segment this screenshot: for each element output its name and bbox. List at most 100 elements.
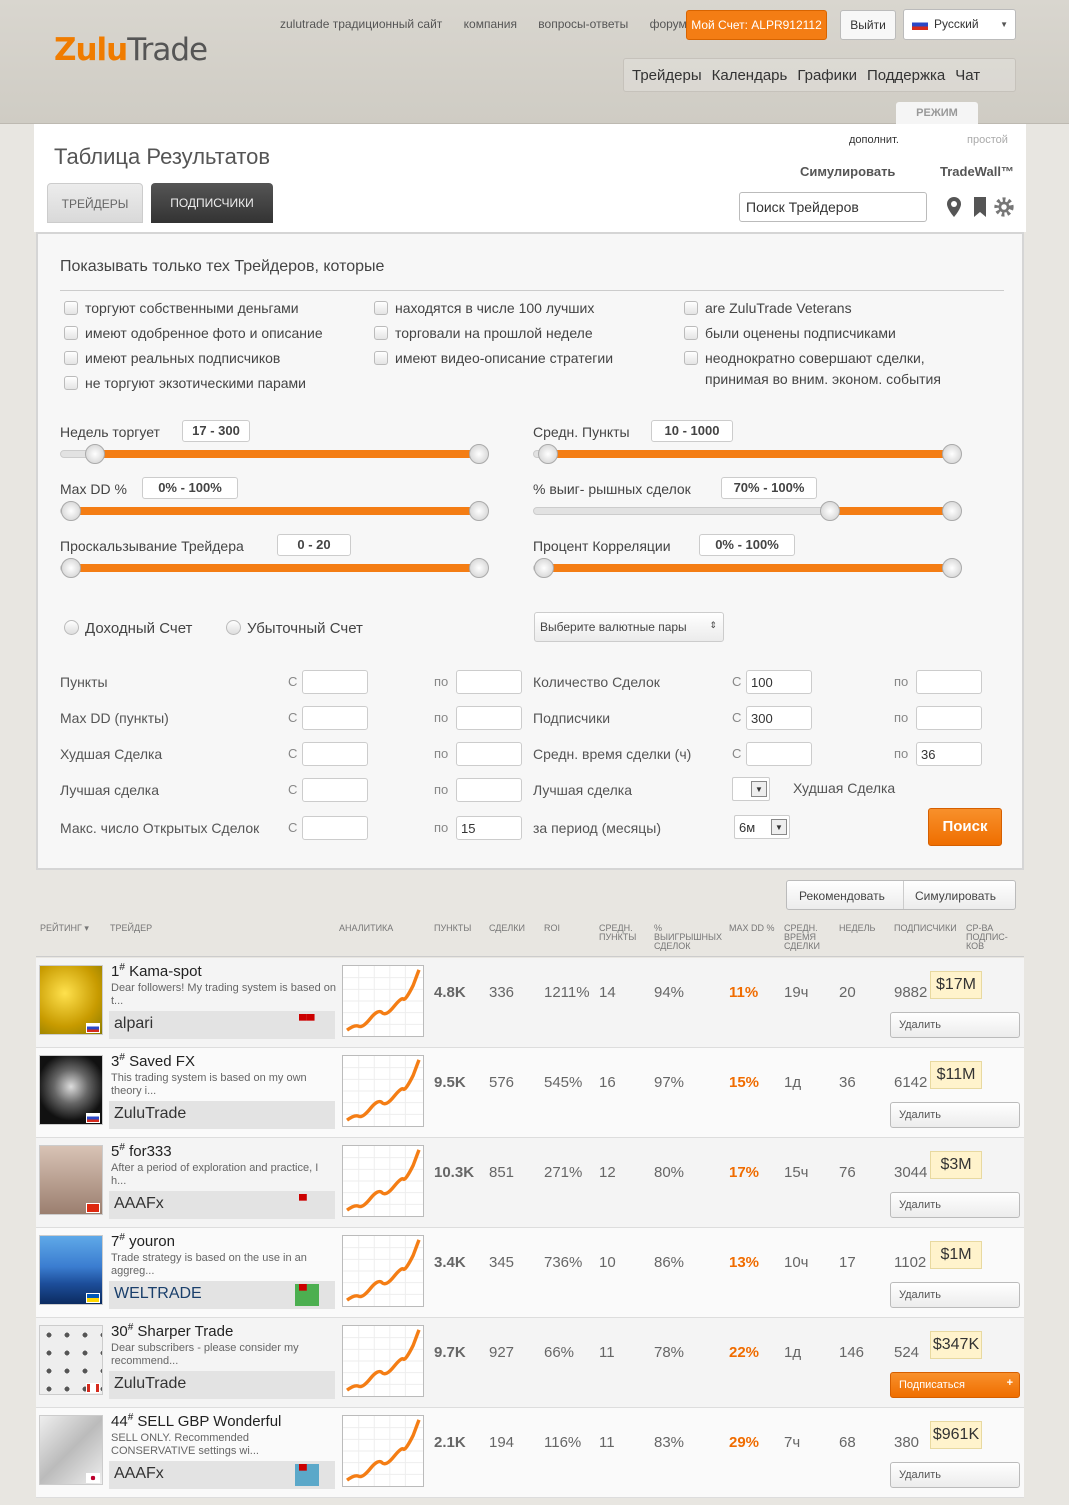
- maxdd-from-input[interactable]: [302, 706, 368, 730]
- avgtime-from-input[interactable]: [746, 742, 812, 766]
- radio-profit-account[interactable]: Доходный Счет: [64, 620, 192, 637]
- performance-chart[interactable]: [342, 1145, 424, 1217]
- col-pips[interactable]: ПУНКТЫ: [434, 924, 471, 933]
- col-maxdd[interactable]: MAX DD %: [729, 924, 775, 933]
- slider-slippage[interactable]: [60, 558, 489, 578]
- performance-chart[interactable]: [342, 965, 424, 1037]
- pips-from-input[interactable]: [302, 670, 368, 694]
- slider-handle[interactable]: [85, 444, 106, 464]
- period-select[interactable]: 6м ▼: [734, 815, 790, 839]
- remove-button[interactable]: Удалить: [890, 1462, 1020, 1488]
- trades-from-input[interactable]: 100: [746, 670, 812, 694]
- best-from-input[interactable]: [302, 778, 368, 802]
- slider-handle[interactable]: [61, 558, 81, 578]
- tab-subscribers[interactable]: ПОДПИСЧИКИ: [151, 183, 273, 223]
- search-button[interactable]: Поиск: [928, 808, 1002, 846]
- zulutrade-logo[interactable]: ZuluTrade: [54, 32, 208, 68]
- worst-to-input[interactable]: [456, 742, 522, 766]
- checkbox-video-strategy[interactable]: имеют видео-описание стратегии: [374, 350, 613, 366]
- subs-to-input[interactable]: [916, 706, 982, 730]
- open-from-input[interactable]: [302, 816, 368, 840]
- remove-button[interactable]: Удалить: [890, 1102, 1020, 1128]
- remove-button[interactable]: Удалить: [890, 1012, 1020, 1038]
- nav-chat[interactable]: Чат: [955, 67, 980, 84]
- checkbox-no-exotic[interactable]: не торгуют экзотическими парами: [64, 375, 306, 391]
- currency-pairs-select[interactable]: Выберите валютные пары ⇕: [534, 612, 724, 642]
- slider-avg-pips[interactable]: [533, 444, 962, 464]
- slider-handle[interactable]: [942, 501, 962, 521]
- col-rating[interactable]: РЕЙТИНГ ▾: [40, 924, 89, 933]
- open-to-input[interactable]: 15: [456, 816, 522, 840]
- bookmark-icon[interactable]: [970, 196, 990, 218]
- trader-name[interactable]: 30# Sharper Trade: [111, 1322, 233, 1340]
- col-roi[interactable]: ROI: [544, 924, 560, 933]
- table-row[interactable]: 1# Kama-spot Dear followers! My trading s…: [36, 958, 1024, 1048]
- my-account-button[interactable]: Мой Счет: ALPR912112: [686, 10, 827, 40]
- link-classic-site[interactable]: zulutrade традиционный сайт: [280, 17, 442, 31]
- slider-handle[interactable]: [469, 558, 489, 578]
- table-row[interactable]: 44# SELL GBP Wonderful SELL ONLY. Recomme…: [36, 1408, 1024, 1498]
- recommend-button[interactable]: Рекомендовать: [799, 889, 885, 903]
- performance-chart[interactable]: [342, 1415, 424, 1487]
- performance-chart[interactable]: [342, 1055, 424, 1127]
- subs-from-input[interactable]: 300: [746, 706, 812, 730]
- link-faq[interactable]: вопросы-ответы: [538, 17, 628, 31]
- simulate-link[interactable]: Симулировать: [800, 164, 895, 179]
- slider-handle[interactable]: [942, 558, 962, 578]
- col-avg-time[interactable]: СРЕДН. ВРЕМЯ СДЕЛКИ: [784, 924, 828, 951]
- slider-correlation[interactable]: [533, 558, 962, 578]
- checkbox-top-100[interactable]: находятся в числе 100 лучших: [374, 300, 594, 316]
- slider-handle[interactable]: [819, 501, 840, 521]
- checkbox-veterans[interactable]: are ZuluTrade Veterans: [684, 300, 852, 316]
- table-row[interactable]: 7# youron Trade strategy is based on the …: [36, 1228, 1024, 1318]
- performance-chart[interactable]: [342, 1235, 424, 1307]
- tab-traders[interactable]: ТРЕЙДЕРЫ: [47, 183, 143, 223]
- slider-handle[interactable]: [469, 444, 489, 464]
- worst-from-input[interactable]: [302, 742, 368, 766]
- nav-charts[interactable]: Графики: [797, 67, 857, 84]
- link-company[interactable]: компания: [464, 17, 517, 31]
- logout-button[interactable]: Выйти: [840, 10, 896, 40]
- col-subscribers[interactable]: ПОДПИСЧИКИ: [894, 924, 957, 933]
- maxdd-to-input[interactable]: [456, 706, 522, 730]
- mode-simple[interactable]: простой: [967, 134, 1008, 146]
- col-weeks[interactable]: НЕДЕЛЬ: [839, 924, 875, 933]
- map-pin-icon[interactable]: [944, 196, 964, 218]
- slider-winning[interactable]: [533, 501, 962, 521]
- remove-button[interactable]: Удалить: [890, 1192, 1020, 1218]
- radio-loss-account[interactable]: Убыточный Счет: [226, 620, 363, 637]
- link-forum[interactable]: форум: [650, 17, 687, 31]
- pips-to-input[interactable]: [456, 670, 522, 694]
- checkbox-traded-last-week[interactable]: торговали на прошлой неделе: [374, 325, 593, 341]
- col-winning[interactable]: % ВЫИГРЫШНЫХ СДЕЛОК: [654, 924, 728, 951]
- checkbox-approved-photo[interactable]: имеют одобренное фото и описание: [64, 325, 323, 341]
- slider-handle[interactable]: [534, 558, 554, 578]
- nav-traders[interactable]: Трейдеры: [632, 67, 702, 84]
- slider-handle[interactable]: [61, 501, 81, 521]
- trader-name[interactable]: 3# Saved FX: [111, 1052, 195, 1070]
- tradewall-link[interactable]: TradeWall™: [940, 164, 1014, 179]
- mode-advanced[interactable]: дополнит.: [849, 134, 899, 146]
- col-funds[interactable]: СР-ВА ПОДПИС- КОВ: [966, 924, 1020, 951]
- table-row[interactable]: 3# Saved FX This trading system is based …: [36, 1048, 1024, 1138]
- trader-name[interactable]: 1# Kama-spot: [111, 962, 202, 980]
- subscribe-button[interactable]: Подписаться +: [890, 1372, 1020, 1398]
- slider-handle[interactable]: [942, 444, 962, 464]
- search-traders-input[interactable]: Поиск Трейдеров: [739, 192, 927, 222]
- checkbox-economic-events[interactable]: неоднократно совершают сделки,: [684, 350, 925, 366]
- col-trades[interactable]: СДЕЛКИ: [489, 924, 525, 933]
- slider-weeks[interactable]: [60, 444, 489, 464]
- table-row[interactable]: 5# for333 After a period of exploration a…: [36, 1138, 1024, 1228]
- trader-name[interactable]: 7# youron: [111, 1232, 175, 1250]
- trades-to-input[interactable]: [916, 670, 982, 694]
- checkbox-real-subscribers[interactable]: имеют реальных подписчиков: [64, 350, 280, 366]
- nav-support[interactable]: Поддержка: [867, 67, 945, 84]
- trader-name[interactable]: 44# SELL GBP Wonderful: [111, 1412, 281, 1430]
- slider-handle[interactable]: [469, 501, 489, 521]
- best-worst-select[interactable]: ▼: [732, 777, 770, 801]
- col-trader[interactable]: ТРЕЙДЕР: [110, 924, 152, 933]
- simulate-button[interactable]: Симулировать: [915, 889, 996, 903]
- language-select[interactable]: Русский ▼: [903, 9, 1016, 40]
- performance-chart[interactable]: [342, 1325, 424, 1397]
- checkbox-own-money[interactable]: торгуют собственными деньгами: [64, 300, 299, 316]
